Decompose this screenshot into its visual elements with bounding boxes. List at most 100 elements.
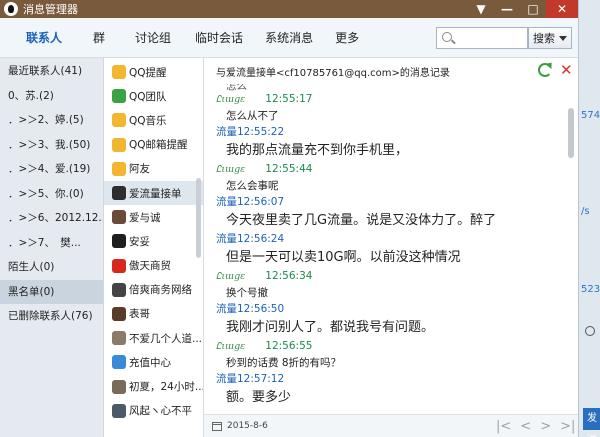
message-text: 换个号撤 xyxy=(226,287,268,299)
message-item: Ꮭιɯgε 12:55:44 怎么会事呢 xyxy=(204,162,566,195)
message-time: 12:55:44 xyxy=(265,163,313,175)
contact-item[interactable]: 倍爽商务网络 xyxy=(104,278,203,302)
contact-name: 爱流量接单 xyxy=(129,187,182,200)
message-time: 12:57:12 xyxy=(237,373,285,385)
sidebar-item-group[interactable]: ．>＞2、婷.(5) xyxy=(0,108,103,133)
skin-menu-button[interactable]: ▼ xyxy=(468,0,494,18)
contact-item[interactable]: 安妥 xyxy=(104,229,203,253)
contact-name: 安妥 xyxy=(129,235,150,248)
send-button[interactable]: 发送 xyxy=(583,408,600,437)
next-page-button[interactable]: > xyxy=(540,419,551,434)
search-input[interactable] xyxy=(436,27,528,49)
qq-mail-icon xyxy=(112,137,126,152)
sender-signature-image: Ꮭιɯgε xyxy=(216,94,246,105)
minimize-button[interactable]: — xyxy=(494,0,520,18)
contact-name: QQ提醒 xyxy=(129,66,167,79)
message-sender: 流量 xyxy=(216,373,237,385)
tab-groups[interactable]: 群 xyxy=(93,18,105,58)
contact-item[interactable]: 不爱几个人道... xyxy=(104,326,203,350)
message-time: 12:56:55 xyxy=(265,340,313,352)
sidebar-item-group[interactable]: ．>＞6、2012.12.... xyxy=(0,206,103,231)
tab-discussion-groups[interactable]: 讨论组 xyxy=(135,18,171,58)
contact-item[interactable]: QQ团队 xyxy=(104,84,203,108)
message-meta: Ꮭιɯgε 12:56:34 xyxy=(216,269,566,284)
message-item: 流量12:56:07 今天夜里卖了几G流量。说是又没体力了。醉了 xyxy=(204,195,566,232)
message-text: 但是一天可以卖10G啊。以前没这种情况 xyxy=(226,250,461,265)
contact-item[interactable]: 充值中心 xyxy=(104,350,203,374)
contact-list-scrollbar[interactable] xyxy=(196,178,201,258)
message-list: 怎么 Ꮭιɯgε 12:55:17 怎么从不了 流量12:55:22 我的那点流量充不到… xyxy=(204,84,566,414)
sidebar-item-group[interactable]: 0、苏.(2) xyxy=(0,84,103,109)
search-icon xyxy=(442,32,452,42)
calendar-icon[interactable] xyxy=(212,421,222,431)
message-time: 12:56:07 xyxy=(237,196,285,208)
message-meta: Ꮭιɯgε 12:56:55 xyxy=(216,339,566,354)
background-text: 574 xyxy=(581,110,600,121)
contact-item[interactable]: 傲天商贸 xyxy=(104,254,203,278)
tab-more[interactable]: 更多 xyxy=(335,18,359,58)
contact-name: 不爱几个人道... xyxy=(129,332,203,345)
sidebar-item-blacklist[interactable]: 黑名单(0) xyxy=(0,279,103,304)
message-text: 我刚才问别人了。都说我号有问题。 xyxy=(226,320,435,335)
contact-item[interactable]: 初夏，24小时... xyxy=(104,374,203,398)
contact-list: QQ提醒 QQ团队 QQ音乐 QQ邮箱提醒 阿友爱流量接单爱与诚安妥傲天商贸倍爽商务网络… xyxy=(104,58,204,437)
footer-date: 2015-8-6 xyxy=(227,421,268,431)
message-time: 12:56:24 xyxy=(237,233,285,245)
message-meta: 流量12:56:07 xyxy=(216,195,566,210)
sidebar-item-group[interactable]: ．>＞4、爱.(19) xyxy=(0,157,103,182)
close-button[interactable]: ✕ xyxy=(546,0,578,18)
contact-item[interactable]: 表哥 xyxy=(104,302,203,326)
message-list-scrollbar[interactable] xyxy=(568,108,574,158)
last-page-button[interactable]: >| xyxy=(560,419,575,434)
contact-name: 爱与诚 xyxy=(129,211,161,224)
search-button-label: 搜索 xyxy=(533,32,555,45)
qq-penguin-icon xyxy=(112,65,126,80)
contact-item[interactable]: 风起ヽ心不平 xyxy=(104,399,203,423)
tab-contacts[interactable]: 联系人 xyxy=(26,18,62,58)
message-item: Ꮭιɯgε 12:55:17 怎么从不了 xyxy=(204,92,566,125)
message-text: 我的那点流量充不到你手机里， xyxy=(226,143,409,158)
maximize-button[interactable]: □ xyxy=(520,0,546,18)
sidebar-item-group[interactable]: ．>＞7、 樊... xyxy=(0,231,103,256)
contact-name: QQ音乐 xyxy=(129,114,167,127)
contact-item[interactable]: QQ音乐 xyxy=(104,108,203,132)
message-sender: 流量 xyxy=(216,126,237,138)
message-text: 怎么会事呢 xyxy=(226,180,279,192)
sidebar-item-group[interactable]: ．>＞5、你.(0) xyxy=(0,182,103,207)
background-window-edge: 574 /s 523 发送 xyxy=(578,0,600,437)
message-item: 流量12:56:24 但是一天可以卖10G啊。以前没这种情况 xyxy=(204,232,566,269)
refresh-icon[interactable] xyxy=(538,63,552,77)
tab-system-messages[interactable]: 系统消息 xyxy=(265,18,313,58)
sidebar-item-group[interactable]: ．>＞3、我.(50) xyxy=(0,133,103,158)
clock-icon xyxy=(585,326,595,336)
contact-name: 充值中心 xyxy=(129,356,171,369)
contact-item[interactable]: 爱与诚 xyxy=(104,205,203,229)
contact-name: 阿友 xyxy=(129,163,150,176)
contact-item[interactable]: QQ提醒 xyxy=(104,60,203,84)
avatar-icon xyxy=(112,210,126,225)
chevron-down-icon[interactable] xyxy=(559,35,567,41)
qq-team-icon xyxy=(112,89,126,104)
contact-name: 倍爽商务网络 xyxy=(129,284,192,297)
contact-name: QQ团队 xyxy=(129,90,167,103)
contact-item[interactable]: 阿友 xyxy=(104,157,203,181)
contact-name: QQ邮箱提醒 xyxy=(129,139,188,152)
message-sender: 流量 xyxy=(216,303,237,315)
contact-item[interactable]: 爱流量接单 xyxy=(104,180,203,206)
sidebar-item-deleted[interactable]: 已删除联系人(76) xyxy=(0,304,103,329)
avatar-icon xyxy=(112,331,126,346)
message-text: 今天夜里卖了几G流量。说是又没体力了。醉了 xyxy=(226,213,497,228)
background-link[interactable]: /s xyxy=(581,206,590,217)
sidebar-item-strangers[interactable]: 陌生人(0) xyxy=(0,255,103,280)
first-page-button[interactable]: |< xyxy=(496,419,511,434)
delete-icon[interactable]: ✕ xyxy=(560,62,573,78)
prev-page-button[interactable]: < xyxy=(520,419,531,434)
sidebar-item-recent[interactable]: 最近联系人(41) xyxy=(0,59,103,84)
contact-item[interactable]: QQ邮箱提醒 xyxy=(104,133,203,157)
tab-temporary-chats[interactable]: 临时会话 xyxy=(195,18,243,58)
background-text: 523 xyxy=(581,284,600,295)
search-button[interactable]: 搜索 xyxy=(528,27,572,49)
message-item: Ꮭιɯgε 12:56:34 换个号撤 xyxy=(204,269,566,302)
message-meta: Ꮭιɯgε 12:55:44 xyxy=(216,162,566,177)
category-tabs: 联系人 群 讨论组 临时会话 系统消息 更多 xyxy=(0,18,359,58)
